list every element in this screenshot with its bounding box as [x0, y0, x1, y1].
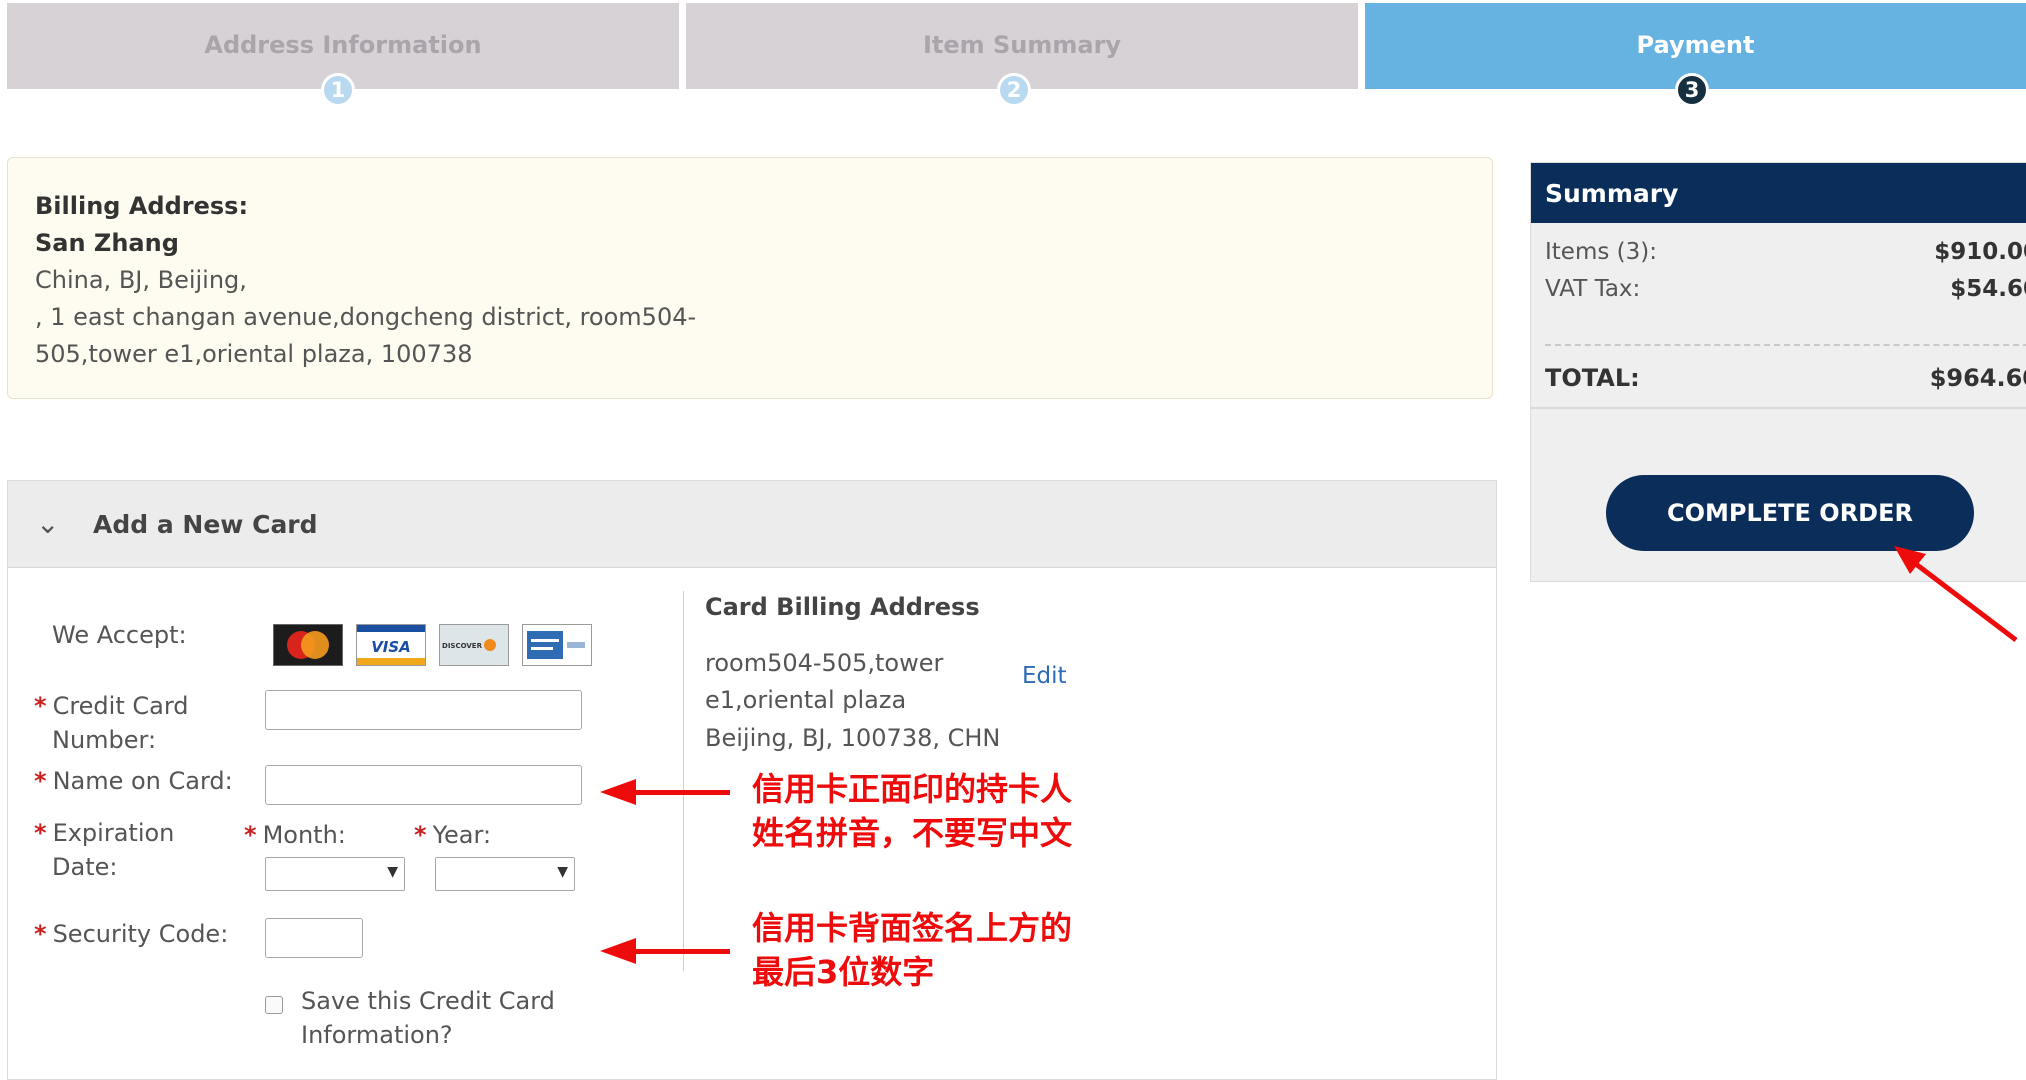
chevron-down-icon: ⌄	[36, 507, 60, 540]
annotation-arrowhead-name	[600, 779, 636, 805]
card-billing-address-line-2: e1,oriental plaza	[705, 686, 907, 714]
vertical-divider	[683, 591, 684, 971]
total-label: TOTAL:	[1545, 364, 1640, 392]
year-label: * Year:	[414, 818, 491, 852]
annotation-cvv-note-1: 信用卡背面签名上方的	[752, 909, 1073, 947]
required-asterisk: *	[34, 692, 47, 720]
credit-card-number-label: * Credit Card	[34, 689, 189, 723]
billing-line-1: China, BJ, Beijing,	[35, 266, 247, 294]
card-billing-address-heading: Card Billing Address	[705, 593, 980, 621]
label-text: Expiration	[52, 819, 175, 847]
card-billing-address-line-1: room504-505,tower	[705, 649, 944, 677]
summary-divider	[1545, 344, 2026, 346]
we-accept-label: We Accept:	[52, 621, 187, 649]
annotation-arrow-name	[630, 790, 730, 795]
add-new-card-header[interactable]: ⌄ Add a New Card	[8, 481, 1496, 568]
annotation-name-note-2: 姓名拼音，不要写中文	[752, 814, 1073, 852]
vat-label: VAT Tax:	[1545, 276, 1641, 302]
label-text: Year:	[432, 821, 492, 849]
billing-line-3: 505,tower e1,oriental plaza, 100738	[35, 340, 473, 368]
label-text: Security Code:	[52, 920, 229, 948]
annotation-name-note-1: 信用卡正面印的持卡人	[752, 770, 1073, 808]
vat-value: $54.60	[1950, 276, 2026, 302]
annotation-arrow-complete-order	[1894, 546, 2018, 642]
annotation-arrow-cvv	[630, 949, 730, 954]
order-summary: Summary Items (3): $910.00 VAT Tax: $54.…	[1530, 162, 2026, 582]
month-select[interactable]: ▼	[265, 857, 405, 891]
summary-items-row: Items (3): $910.00	[1545, 239, 2026, 265]
name-on-card-input[interactable]	[265, 765, 582, 805]
annotation-arrowhead-cvv	[600, 938, 636, 964]
summary-title: Summary	[1531, 163, 2026, 223]
caret-down-icon: ▼	[557, 864, 568, 880]
required-asterisk: *	[34, 920, 47, 948]
billing-name: San Zhang	[35, 229, 179, 257]
billing-line-2: , 1 east changan avenue,dongcheng distri…	[35, 303, 697, 331]
expiration-date-label-2: Date:	[52, 853, 118, 881]
mastercard-icon	[273, 624, 343, 666]
visa-icon: VISA	[356, 624, 426, 666]
billing-address-heading: Billing Address:	[35, 192, 249, 220]
required-asterisk: *	[244, 821, 257, 849]
items-label: Items (3):	[1545, 239, 1657, 265]
month-label: * Month:	[244, 818, 346, 852]
required-asterisk: *	[34, 819, 47, 847]
billing-address-box: Billing Address: San Zhang China, BJ, Be…	[7, 157, 1493, 399]
expiration-date-label: * Expiration	[34, 816, 174, 850]
svg-text:DISCOVER: DISCOVER	[442, 642, 483, 650]
edit-card-billing-address-link[interactable]: Edit	[1022, 663, 1067, 689]
save-card-label-2: Information?	[301, 1021, 453, 1049]
discover-icon: DISCOVER	[439, 624, 509, 666]
step-number-3-icon: 3	[1675, 73, 1709, 107]
credit-card-number-label-2: Number:	[52, 726, 157, 754]
summary-total-row: TOTAL: $964.60	[1545, 364, 2026, 392]
annotation-cvv-note-2: 最后3位数字	[752, 953, 935, 991]
svg-text:VISA: VISA	[371, 638, 411, 656]
step-number-1-icon: 1	[321, 73, 355, 107]
security-code-label: * Security Code:	[34, 917, 228, 951]
items-value: $910.00	[1934, 239, 2026, 265]
add-new-card-title: Add a New Card	[93, 510, 318, 539]
summary-separator	[1531, 407, 2026, 409]
step-number-2-icon: 2	[997, 73, 1031, 107]
amex-icon	[522, 624, 592, 666]
total-value: $964.60	[1929, 364, 2026, 392]
label-text: Name on Card:	[52, 767, 233, 795]
security-code-input[interactable]	[265, 918, 363, 958]
label-text: Month:	[262, 821, 346, 849]
step-label: Payment	[1636, 31, 1755, 59]
step-label: Item Summary	[922, 31, 1122, 59]
card-billing-address-line-3: Beijing, BJ, 100738, CHN	[705, 724, 1001, 752]
credit-card-number-input[interactable]	[265, 690, 582, 730]
save-card-label: Save this Credit Card	[301, 987, 555, 1015]
year-select[interactable]: ▼	[435, 857, 575, 891]
caret-down-icon: ▼	[387, 864, 398, 880]
save-card-checkbox[interactable]	[265, 996, 283, 1014]
required-asterisk: *	[414, 821, 427, 849]
required-asterisk: *	[34, 767, 47, 795]
label-text: Credit Card	[52, 692, 189, 720]
summary-vat-row: VAT Tax: $54.60	[1545, 276, 2026, 302]
name-on-card-label: * Name on Card:	[34, 764, 233, 798]
step-label: Address Information	[204, 31, 482, 59]
